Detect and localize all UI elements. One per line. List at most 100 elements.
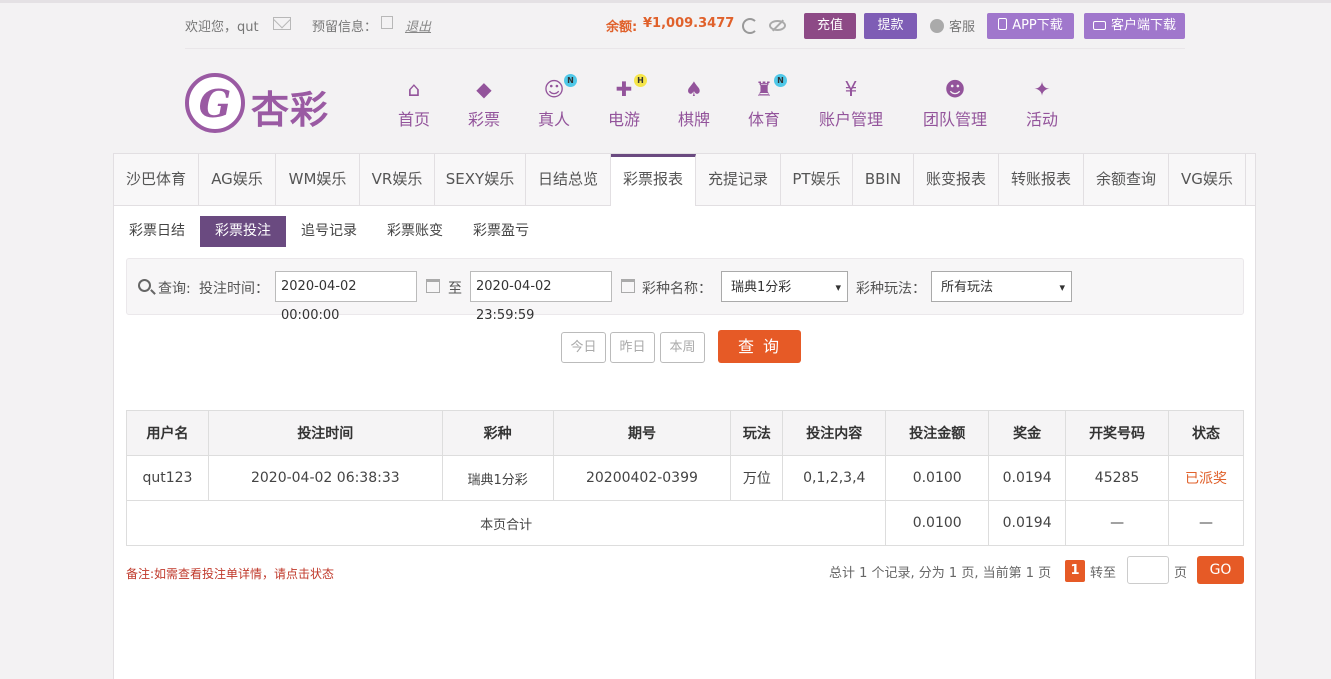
withdraw-button[interactable]: 提款: [864, 13, 917, 39]
site-logo[interactable]: 杏彩: [185, 73, 345, 135]
total-draw: —: [1065, 500, 1170, 546]
bet-time-label: 投注时间：: [199, 281, 269, 297]
lottery-select[interactable]: 瑞典1分彩: [721, 271, 848, 303]
start-time-input[interactable]: 2020-04-02 00:00:00: [275, 271, 417, 323]
lottery-name-label: 彩种名称：: [642, 281, 712, 297]
tab-pt[interactable]: PT娱乐: [781, 154, 853, 205]
tab-ag[interactable]: AG娱乐: [199, 154, 276, 205]
nav-live[interactable]: ☺ N 真人: [533, 74, 577, 132]
pager-summary: 总计 1 个记录, 分为 1 页, 当前第 1 页: [829, 566, 1052, 581]
client-download-label: 客户端下载: [1110, 18, 1176, 33]
table-header-row: 用户名 投注时间 彩种 期号 玩法 投注内容 投注金额 奖金 开奖号码 状态: [126, 410, 1244, 456]
tab-account-change[interactable]: 账变报表: [914, 154, 999, 205]
cell-content: 0,1,2,3,4: [782, 455, 887, 501]
tab-deposit-withdraw[interactable]: 充提记录: [696, 154, 781, 205]
nav-label: 首页: [397, 110, 430, 129]
logout-link[interactable]: 退出: [405, 16, 431, 35]
nav-label: 团队管理: [922, 110, 987, 129]
logo-text: 杏彩: [251, 87, 330, 132]
monitor-icon: [1092, 21, 1106, 30]
nav-egames[interactable]: ✚ H 电游: [603, 74, 647, 132]
cell-status-link[interactable]: 已派奖: [1168, 455, 1244, 501]
nav-label: 彩票: [467, 110, 500, 129]
subtab-daily[interactable]: 彩票日结: [128, 216, 186, 247]
tab-transfer[interactable]: 转账报表: [999, 154, 1084, 205]
total-status: —: [1168, 500, 1244, 546]
nav-home[interactable]: ⌂ 首页: [393, 78, 435, 132]
query-bar: 查询: 投注时间： 2020-04-02 00:00:00 至 2020-04-…: [126, 258, 1244, 323]
query-button[interactable]: 查 询: [718, 330, 801, 363]
header-divider: [185, 48, 1185, 49]
nav-account[interactable]: ¥ 账户管理: [815, 78, 887, 132]
play-type-select[interactable]: 所有玩法: [931, 271, 1072, 303]
col-content: 投注内容: [782, 410, 887, 456]
today-button[interactable]: 今日: [561, 332, 606, 363]
nav-label: 活动: [1025, 110, 1058, 129]
cell-play: 万位: [730, 455, 784, 501]
col-status: 状态: [1168, 410, 1244, 456]
col-bet-time: 投注时间: [207, 410, 443, 456]
col-amount: 投注金额: [885, 410, 990, 456]
app-download-label: APP下载: [1012, 18, 1063, 33]
search-icon: [138, 279, 151, 292]
go-button[interactable]: GO: [1197, 556, 1244, 584]
customer-service-icon[interactable]: [930, 19, 944, 33]
current-page-number[interactable]: 1: [1065, 560, 1085, 582]
tab-sexy[interactable]: SEXY娱乐: [435, 154, 526, 205]
refresh-icon[interactable]: [742, 18, 758, 34]
mail-icon[interactable]: [273, 17, 291, 30]
phone-icon: [998, 18, 1008, 30]
cell-lottery: 瑞典1分彩: [441, 455, 554, 501]
total-row: 本页合计 0.0100 0.0194 — —: [125, 500, 1244, 546]
nav-lottery[interactable]: ◆ 彩票: [463, 78, 505, 132]
nav-chess[interactable]: ♠ 棋牌: [673, 78, 715, 132]
col-issue: 期号: [552, 410, 732, 456]
subtab-bets[interactable]: 彩票投注: [200, 216, 286, 247]
lottery-icon: ◆: [476, 77, 492, 101]
tab-bbin[interactable]: BBIN: [853, 154, 914, 205]
hide-balance-icon[interactable]: [769, 20, 786, 31]
tab-balance[interactable]: 余额查询: [1084, 154, 1169, 205]
nav-events[interactable]: ✦ 活动: [1023, 78, 1061, 132]
gamepad-icon: ✚ H: [613, 74, 647, 100]
app-download-button[interactable]: APP下载: [987, 13, 1074, 39]
table-row: qut123 2020-04-02 06:38:33 瑞典1分彩 2020040…: [126, 455, 1244, 501]
nav-label: 棋牌: [677, 110, 710, 129]
customer-service-link[interactable]: 客服: [949, 16, 975, 35]
live-dealer-icon: ☺ N: [543, 74, 577, 100]
recharge-button[interactable]: 充值: [804, 13, 856, 39]
page-total-label: 本页合计: [125, 500, 887, 546]
subtab-account-change[interactable]: 彩票账变: [386, 216, 444, 247]
query-label: 查询:: [158, 281, 191, 297]
top-border: [0, 0, 1331, 3]
end-time-input[interactable]: 2020-04-02 23:59:59: [470, 271, 612, 323]
yesterday-button[interactable]: 昨日: [610, 332, 655, 363]
subtab-profit-loss[interactable]: 彩票盈亏: [472, 216, 530, 247]
total-prize: 0.0194: [988, 500, 1067, 546]
cell-username: qut123: [126, 455, 209, 501]
tab-vr[interactable]: VR娱乐: [360, 154, 435, 205]
col-draw-number: 开奖号码: [1065, 410, 1170, 456]
tab-saba-sports[interactable]: 沙巴体育: [114, 154, 199, 205]
tab-wm[interactable]: WM娱乐: [276, 154, 360, 205]
hot-badge: H: [634, 74, 647, 87]
cards-icon: ♠: [685, 77, 703, 101]
balance-label: 余额:: [606, 20, 638, 35]
nav-team[interactable]: ☻ 团队管理: [919, 78, 991, 132]
this-week-button[interactable]: 本周: [660, 332, 705, 363]
page-label: 页: [1174, 566, 1188, 581]
client-download-button[interactable]: 客户端下载: [1084, 13, 1185, 39]
subtab-chase[interactable]: 追号记录: [300, 216, 358, 247]
cell-issue: 20200402-0399: [552, 455, 732, 501]
goto-page-input[interactable]: [1127, 556, 1169, 584]
calendar-icon[interactable]: [621, 279, 635, 293]
tab-lottery-report[interactable]: 彩票报表: [611, 154, 696, 206]
tab-vg[interactable]: VG娱乐: [1169, 154, 1246, 205]
new-badge: N: [564, 74, 577, 87]
yen-icon: ¥: [844, 77, 858, 101]
edit-icon[interactable]: [381, 16, 393, 29]
nav-sports[interactable]: ♜ N 体育: [743, 74, 787, 132]
tab-daily-overview[interactable]: 日结总览: [526, 154, 611, 205]
calendar-icon[interactable]: [426, 279, 440, 293]
nav-label: 账户管理: [818, 110, 883, 129]
